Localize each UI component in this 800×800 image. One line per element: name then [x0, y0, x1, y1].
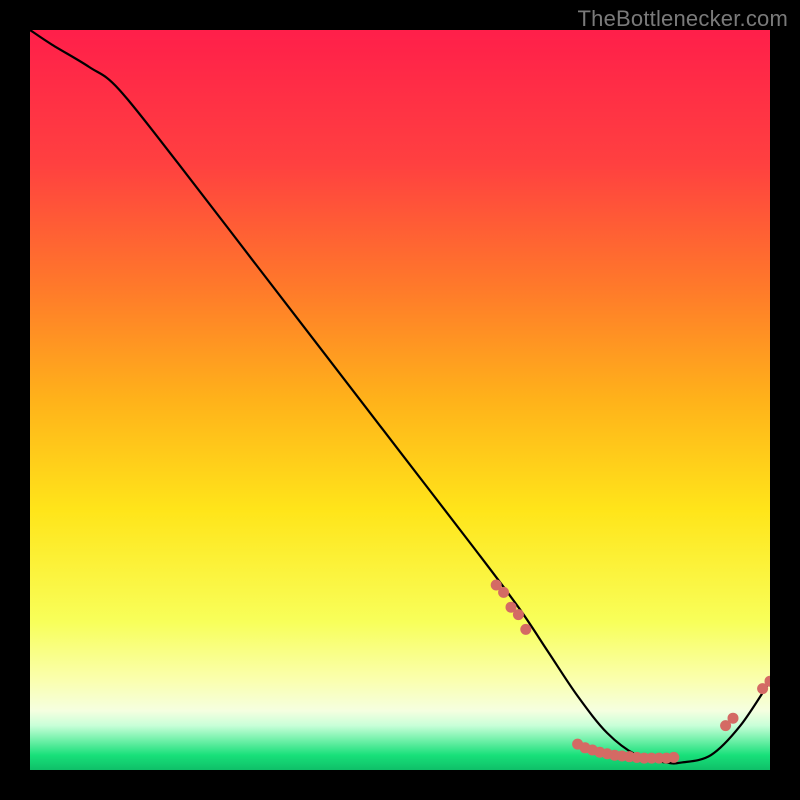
gradient-background: [30, 30, 770, 770]
data-point: [513, 609, 524, 620]
chart-svg: [30, 30, 770, 770]
watermark-text: TheBottlenecker.com: [578, 6, 788, 32]
plot-area: [30, 30, 770, 770]
data-point: [520, 624, 531, 635]
data-point: [728, 713, 739, 724]
data-point: [668, 752, 679, 763]
data-point: [498, 587, 509, 598]
chart-frame: TheBottlenecker.com: [0, 0, 800, 800]
